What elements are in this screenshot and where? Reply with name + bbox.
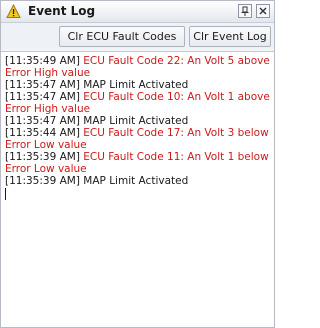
log-entry-timestamp: [11:35:44 AM] (5, 127, 80, 139)
event-log-panel: Event Log Clr ECU Fault Codes Clr Event … (0, 0, 275, 328)
log-entry: [11:35:47 AM] ECU Fault Code 10: An Volt… (5, 91, 271, 115)
log-entry-timestamp: [11:35:39 AM] (5, 151, 80, 163)
log-entry: [11:35:47 AM] MAP Limit Activated (5, 79, 271, 91)
text-caret (5, 188, 6, 200)
event-log-list[interactable]: [11:35:49 AM] ECU Fault Code 22: An Volt… (1, 51, 274, 327)
log-entry-timestamp: [11:35:49 AM] (5, 55, 80, 67)
log-entry: [11:35:39 AM] MAP Limit Activated (5, 175, 271, 187)
log-entry: [11:35:39 AM] ECU Fault Code 11: An Volt… (5, 151, 271, 175)
log-entry-message: MAP Limit Activated (83, 79, 189, 91)
warning-triangle-icon (6, 3, 21, 19)
log-entry-message: MAP Limit Activated (83, 175, 189, 187)
clear-ecu-fault-codes-button[interactable]: Clr ECU Fault Codes (59, 26, 185, 47)
log-entry-timestamp: [11:35:47 AM] (5, 115, 80, 127)
log-entry-message: MAP Limit Activated (83, 115, 189, 127)
clear-event-log-button[interactable]: Clr Event Log (189, 26, 271, 47)
pin-icon[interactable] (238, 4, 252, 18)
log-entry-timestamp: [11:35:47 AM] (5, 91, 80, 103)
toolbar: Clr ECU Fault Codes Clr Event Log (1, 23, 274, 49)
close-icon[interactable] (256, 4, 270, 18)
title-bar[interactable]: Event Log (1, 1, 274, 23)
window-title: Event Log (28, 4, 96, 18)
log-entry: [11:35:47 AM] MAP Limit Activated (5, 115, 271, 127)
log-entry-timestamp: [11:35:47 AM] (5, 79, 80, 91)
log-entry: [11:35:49 AM] ECU Fault Code 22: An Volt… (5, 55, 271, 79)
log-entry-timestamp: [11:35:39 AM] (5, 175, 80, 187)
log-entry: [11:35:44 AM] ECU Fault Code 17: An Volt… (5, 127, 271, 151)
